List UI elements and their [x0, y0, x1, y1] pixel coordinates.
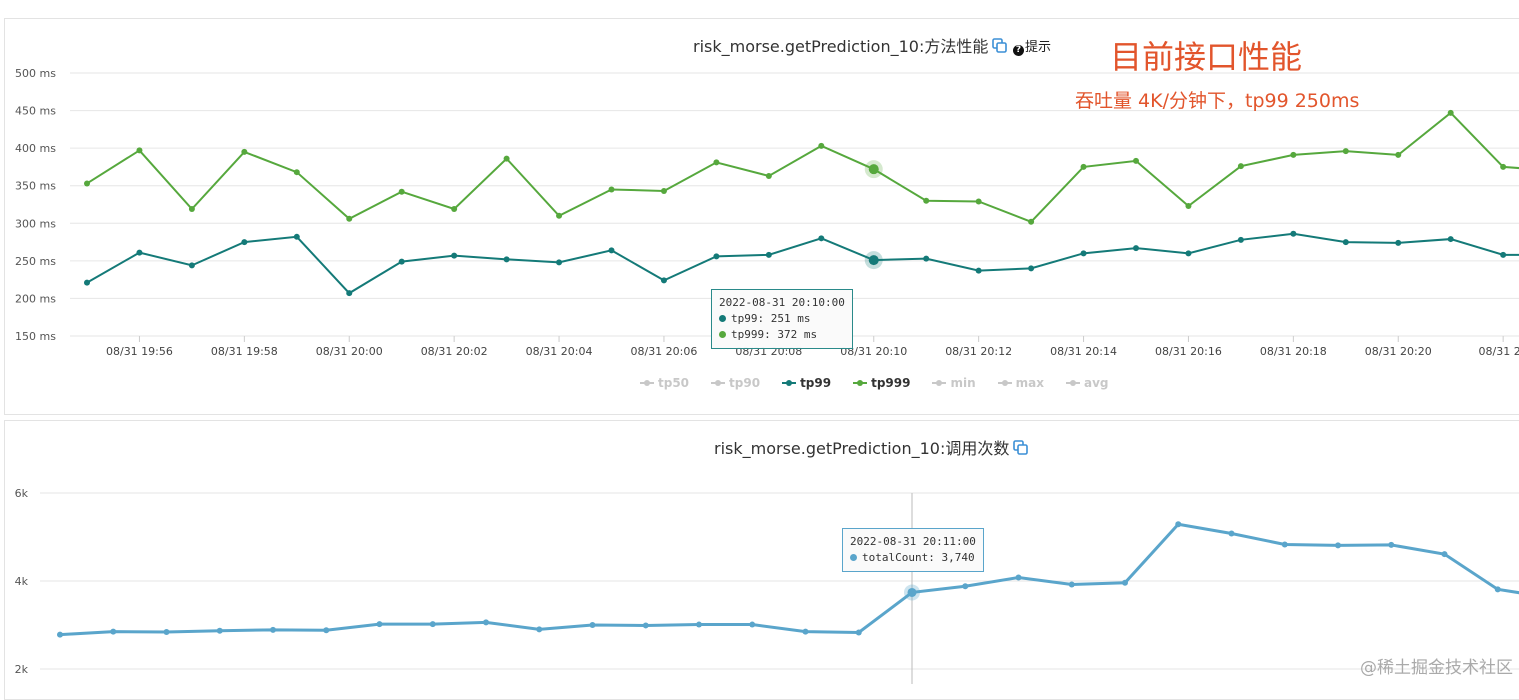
totalCount-data-point	[1015, 574, 1022, 581]
y-tick-label: 2k	[15, 663, 29, 676]
tooltip-time: 2022-08-31 20:11:00	[850, 535, 976, 548]
totalCount-data-point	[1068, 581, 1075, 588]
totalCount-data-point	[110, 628, 117, 635]
totalCount-data-point	[962, 583, 969, 590]
legend-line-icon	[711, 378, 726, 388]
tp99-dot-icon	[719, 315, 726, 322]
performance-tooltip: 2022-08-31 20:10:00 tp99: 251 ms tp999: …	[711, 289, 853, 349]
totalCount-highlight-point	[907, 587, 917, 597]
totalCount-data-point	[1388, 541, 1395, 548]
tooltip-tp99-value: tp99: 251 ms	[731, 312, 811, 325]
legend-line-icon	[782, 378, 797, 388]
legend-item-tp50[interactable]: tp50	[640, 376, 689, 390]
totalCount-data-point	[216, 627, 223, 634]
annotation-subtitle: 吞吐量 4K/分钟下，tp99 250ms	[1075, 90, 1360, 112]
totalCount-data-point	[589, 622, 596, 628]
totalCount-data-point	[483, 619, 489, 626]
totalCount-data-point	[802, 628, 809, 635]
total-dot-icon	[850, 554, 857, 561]
totalCount-data-point	[1175, 521, 1182, 528]
totalCount-data-point	[376, 621, 383, 628]
y-tick-label: 6k	[15, 487, 29, 500]
totalCount-data-point	[163, 629, 170, 636]
legend-label: tp50	[658, 376, 690, 390]
totalCount-data-point	[270, 626, 276, 633]
legend-line-icon	[932, 378, 947, 388]
totalCount-data-point	[1281, 541, 1288, 548]
totalCount-data-point	[1122, 579, 1128, 586]
legend-label: tp99	[800, 376, 832, 390]
legend-line-icon	[997, 378, 1012, 388]
legend-label: tp90	[729, 376, 761, 390]
legend-label: avg	[1083, 376, 1109, 390]
call-count-tooltip: 2022-08-31 20:11:00 totalCount: 3,740	[842, 528, 984, 572]
totalCount-series-line	[59, 522, 1519, 637]
legend-line-icon	[640, 378, 654, 388]
legend-label: tp999	[871, 376, 911, 390]
y-tick-label: 4k	[15, 575, 29, 588]
legend-item-min[interactable]: min	[932, 376, 976, 390]
tooltip-tp999-value: tp999: 372 ms	[731, 328, 818, 341]
legend-item-avg[interactable]: avg	[1065, 376, 1109, 390]
totalCount-data-point	[536, 626, 543, 633]
totalCount-data-point	[855, 629, 862, 636]
totalCount-data-point	[1335, 542, 1341, 549]
tooltip-line-tp999: tp999: 372 ms	[719, 327, 845, 343]
totalCount-data-point	[696, 621, 702, 628]
legend-line-icon	[853, 378, 868, 388]
totalCount-data-point	[642, 622, 649, 629]
legend-label: min	[950, 376, 976, 390]
tp999-dot-icon	[719, 331, 726, 338]
tooltip-time: 2022-08-31 20:10:00	[719, 296, 845, 309]
tooltip-total-value: totalCount: 3,740	[862, 551, 975, 564]
totalCount-data-point	[323, 627, 330, 634]
totalCount-data-point	[1441, 551, 1448, 558]
legend-line-icon	[1065, 378, 1080, 388]
totalCount-data-point	[429, 621, 436, 628]
performance-legend: tp50 tp90 tp99 tp999 min max avg	[640, 376, 1131, 390]
totalCount-data-point	[57, 631, 63, 638]
tooltip-line-total: totalCount: 3,740	[850, 550, 976, 566]
watermark: @稀土掘金技术社区	[1360, 658, 1513, 678]
legend-item-tp999[interactable]: tp999	[853, 376, 910, 390]
legend-item-max[interactable]: max	[997, 376, 1044, 390]
totalCount-data-point	[749, 621, 756, 628]
legend-label: max	[1015, 376, 1044, 390]
legend-item-tp99[interactable]: tp99	[782, 376, 831, 390]
annotation-title: 目前接口性能	[1110, 38, 1303, 76]
tooltip-line-tp99: tp99: 251 ms	[719, 311, 845, 327]
totalCount-data-point	[1228, 530, 1235, 537]
totalCount-data-point	[1494, 586, 1501, 593]
legend-item-tp90[interactable]: tp90	[711, 376, 760, 390]
